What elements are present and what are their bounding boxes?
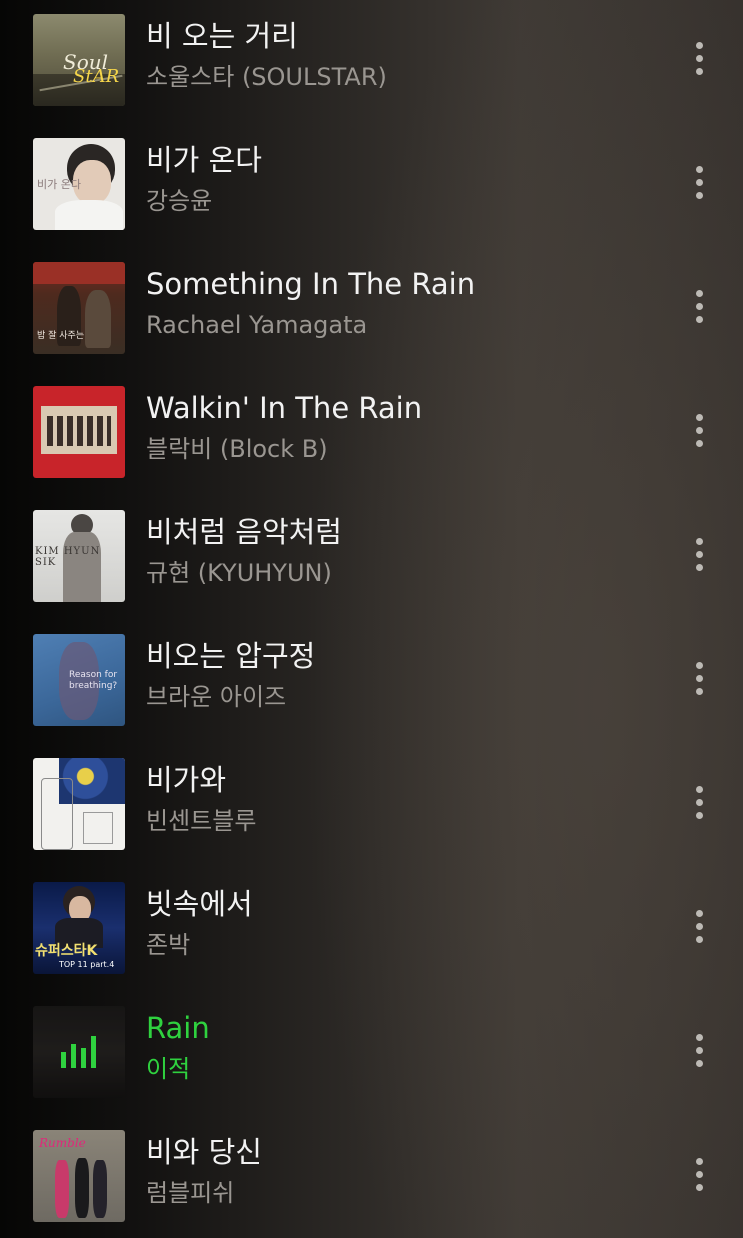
song-row[interactable]: 비가 온다 비가 온다 강승윤 (0, 110, 743, 234)
song-row[interactable]: 슈퍼스타K TOP 11 part.4 빗속에서 존박 (0, 854, 743, 978)
song-artist: 이적 (146, 1055, 191, 1083)
song-artist: 블락비 (Block B) (146, 435, 328, 463)
song-title: 비오는 압구정 (146, 639, 316, 673)
song-list[interactable]: Soul StAR 비 오는 거리 소울스타 (SOULSTAR) 비가 온다 … (0, 0, 743, 1226)
more-options-icon[interactable] (684, 38, 716, 80)
more-options-icon[interactable] (684, 658, 716, 700)
song-artist: 럼블피쉬 (146, 1179, 235, 1207)
album-art-text: KIM HYUN SIK (35, 546, 101, 568)
song-row[interactable]: Soul StAR 비 오는 거리 소울스타 (SOULSTAR) (0, 0, 743, 110)
more-options-icon[interactable] (684, 410, 716, 452)
album-art: 슈퍼스타K TOP 11 part.4 (33, 882, 125, 974)
album-art: KIM HYUN SIK (33, 510, 125, 602)
song-artist: 빈센트블루 (146, 807, 257, 835)
album-art: Soul StAR (33, 14, 125, 106)
song-title: 비가 온다 (146, 143, 262, 177)
album-art (33, 1006, 125, 1098)
album-art: 밥 잘 사주는 (33, 262, 125, 354)
album-art (33, 758, 125, 850)
more-options-icon[interactable] (684, 534, 716, 576)
song-title: Walkin' In The Rain (146, 391, 423, 425)
song-row[interactable]: 비가와 빈센트블루 (0, 730, 743, 854)
song-row[interactable]: Reason for breathing? 비오는 압구정 브라운 아이즈 (0, 606, 743, 730)
song-row[interactable]: Walkin' In The Rain 블락비 (Block B) (0, 358, 743, 482)
song-title: 빗속에서 (146, 887, 253, 921)
equalizer-bar (91, 1036, 96, 1068)
song-row[interactable]: 밥 잘 사주는 Something In The Rain Rachael Ya… (0, 234, 743, 358)
equalizer-bar (81, 1048, 86, 1068)
song-title: 비처럼 음악처럼 (146, 515, 342, 549)
more-options-icon[interactable] (684, 1154, 716, 1196)
more-options-icon[interactable] (684, 782, 716, 824)
song-artist: 소울스타 (SOULSTAR) (146, 63, 387, 91)
more-options-icon[interactable] (684, 1030, 716, 1072)
song-title: 비 오는 거리 (146, 19, 298, 53)
more-options-icon[interactable] (684, 906, 716, 948)
equalizer-bar (71, 1044, 76, 1068)
song-artist: 규현 (KYUHYUN) (146, 559, 332, 587)
song-artist: 강승윤 (146, 187, 213, 215)
album-art: 비가 온다 (33, 138, 125, 230)
album-art: Rumble (33, 1130, 125, 1222)
song-title: 비와 당신 (146, 1135, 262, 1169)
song-title: Something In The Rain (146, 267, 476, 301)
more-options-icon[interactable] (684, 286, 716, 328)
song-row-now-playing[interactable]: Rain 이적 (0, 978, 743, 1102)
song-artist: 브라운 아이즈 (146, 683, 287, 711)
song-artist: Rachael Yamagata (146, 311, 368, 339)
song-artist: 존박 (146, 931, 191, 959)
equalizer-bar (61, 1052, 66, 1068)
more-options-icon[interactable] (684, 162, 716, 204)
song-row[interactable]: Rumble 비와 당신 럼블피쉬 (0, 1102, 743, 1226)
song-title: 비가와 (146, 763, 227, 797)
song-title: Rain (146, 1011, 210, 1045)
album-art (33, 386, 125, 478)
song-row[interactable]: KIM HYUN SIK 비처럼 음악처럼 규현 (KYUHYUN) (0, 482, 743, 606)
album-art: Reason for breathing? (33, 634, 125, 726)
